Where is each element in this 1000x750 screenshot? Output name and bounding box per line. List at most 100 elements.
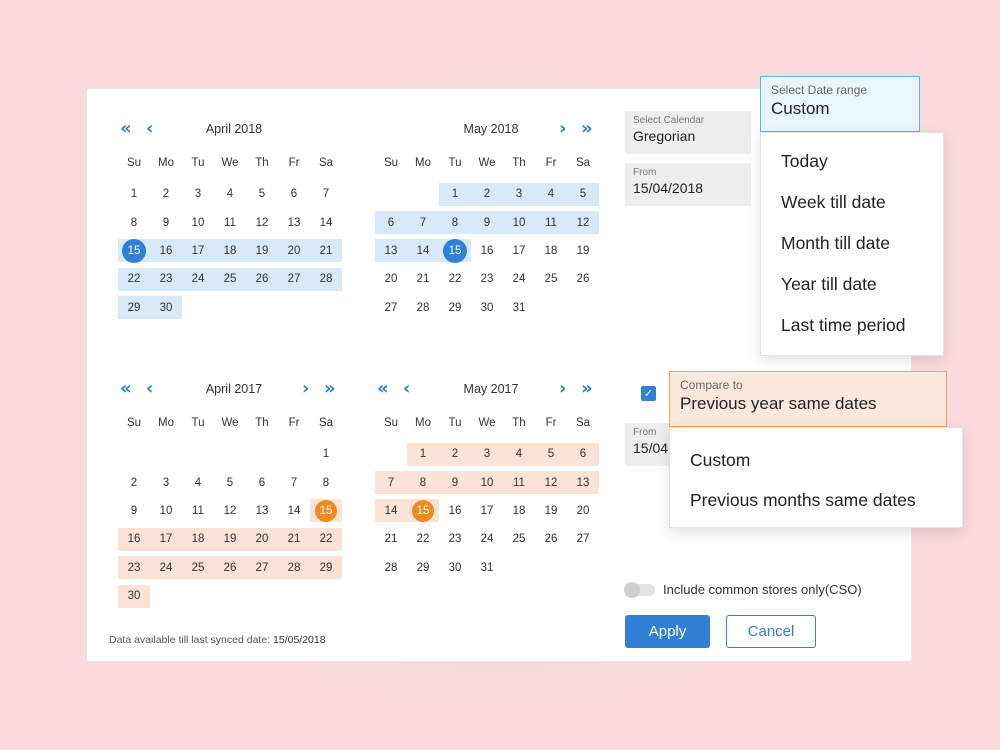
select-calendar-field[interactable]: Select Calendar Gregorian — [625, 111, 751, 154]
day-cell[interactable]: 18 — [182, 527, 214, 551]
day-cell[interactable]: 23 — [150, 267, 182, 291]
day-cell[interactable]: 3 — [471, 442, 503, 466]
day-cell[interactable]: 25 — [182, 556, 214, 580]
compare-option[interactable]: Previous months same dates — [670, 480, 962, 520]
day-cell[interactable]: 22 — [439, 268, 471, 291]
day-cell[interactable]: 11 — [503, 471, 535, 495]
previous-month-icon[interactable]: ‹ — [146, 120, 153, 138]
date-range-option[interactable]: Last time period — [761, 305, 943, 346]
cancel-button[interactable]: Cancel — [726, 615, 816, 648]
day-cell[interactable]: 21 — [407, 268, 439, 291]
day-cell[interactable]: 26 — [214, 556, 246, 580]
day-cell[interactable]: 21 — [310, 239, 342, 263]
next-year-icon[interactable]: » — [324, 380, 336, 398]
day-cell[interactable]: 15 — [310, 499, 342, 523]
day-cell[interactable]: 13 — [375, 239, 407, 263]
day-cell[interactable]: 16 — [118, 527, 150, 551]
day-cell[interactable]: 6 — [246, 471, 278, 494]
day-cell[interactable]: 4 — [214, 183, 246, 206]
next-year-icon[interactable]: » — [581, 120, 593, 138]
day-cell[interactable]: 18 — [535, 239, 567, 262]
cso-toggle[interactable] — [624, 582, 655, 598]
day-cell[interactable]: 31 — [471, 556, 503, 579]
day-cell[interactable]: 30 — [471, 296, 503, 319]
day-cell[interactable]: 4 — [535, 182, 567, 206]
day-cell[interactable]: 13 — [246, 499, 278, 522]
day-cell[interactable]: 24 — [182, 267, 214, 291]
apply-button[interactable]: Apply — [625, 615, 710, 648]
day-cell[interactable]: 8 — [407, 471, 439, 495]
day-cell[interactable]: 7 — [278, 471, 310, 494]
day-cell[interactable]: 17 — [150, 527, 182, 551]
day-cell[interactable]: 5 — [214, 471, 246, 494]
day-cell[interactable]: 14 — [278, 499, 310, 522]
day-cell[interactable]: 28 — [278, 556, 310, 580]
day-cell[interactable]: 26 — [246, 267, 278, 291]
day-cell[interactable]: 15 — [439, 239, 471, 263]
day-cell[interactable]: 12 — [246, 211, 278, 234]
day-cell[interactable]: 27 — [375, 296, 407, 319]
day-cell[interactable]: 14 — [407, 239, 439, 263]
day-cell[interactable]: 1 — [310, 443, 342, 466]
day-cell[interactable]: 10 — [503, 211, 535, 235]
day-cell[interactable]: 5 — [246, 183, 278, 206]
day-cell[interactable]: 2 — [471, 182, 503, 206]
date-range-option[interactable]: Year till date — [761, 264, 943, 305]
day-cell[interactable]: 16 — [150, 239, 182, 263]
day-cell[interactable]: 16 — [471, 239, 503, 262]
day-cell[interactable]: 14 — [375, 499, 407, 523]
day-cell[interactable]: 18 — [503, 499, 535, 522]
day-cell[interactable]: 20 — [246, 527, 278, 551]
day-cell[interactable]: 23 — [439, 528, 471, 551]
day-cell[interactable]: 21 — [278, 527, 310, 551]
day-cell[interactable]: 22 — [407, 528, 439, 551]
day-cell[interactable]: 13 — [567, 471, 599, 495]
day-cell[interactable]: 19 — [567, 239, 599, 262]
day-cell[interactable]: 19 — [214, 527, 246, 551]
date-range-option[interactable]: Week till date — [761, 182, 943, 223]
day-cell[interactable]: 11 — [182, 499, 214, 522]
day-cell[interactable]: 19 — [535, 499, 567, 522]
day-cell[interactable]: 24 — [503, 268, 535, 291]
day-cell[interactable]: 22 — [310, 527, 342, 551]
day-cell[interactable]: 6 — [278, 183, 310, 206]
day-cell[interactable]: 17 — [503, 239, 535, 262]
day-cell[interactable]: 9 — [471, 211, 503, 235]
day-cell[interactable]: 8 — [118, 211, 150, 234]
previous-year-icon[interactable]: « — [120, 120, 132, 138]
day-cell[interactable]: 1 — [118, 183, 150, 206]
day-cell[interactable]: 10 — [471, 471, 503, 495]
day-cell[interactable]: 3 — [503, 182, 535, 206]
day-cell[interactable]: 30 — [439, 556, 471, 579]
next-month-icon[interactable]: › — [302, 380, 309, 398]
day-cell[interactable]: 28 — [407, 296, 439, 319]
day-cell[interactable]: 17 — [471, 499, 503, 522]
day-cell[interactable]: 25 — [503, 528, 535, 551]
day-cell[interactable]: 14 — [310, 211, 342, 234]
day-cell[interactable]: 15 — [407, 499, 439, 523]
day-cell[interactable]: 6 — [567, 442, 599, 466]
day-cell[interactable]: 20 — [375, 268, 407, 291]
date-range-option[interactable]: Today — [761, 141, 943, 182]
previous-year-icon[interactable]: « — [120, 380, 132, 398]
day-cell[interactable]: 28 — [375, 556, 407, 579]
day-cell[interactable]: 4 — [182, 471, 214, 494]
day-cell[interactable]: 21 — [375, 528, 407, 551]
from-date-field[interactable]: From 15/04/2018 — [625, 163, 751, 206]
next-month-icon[interactable]: › — [559, 380, 566, 398]
day-cell[interactable]: 20 — [567, 499, 599, 522]
previous-month-icon[interactable]: ‹ — [403, 380, 410, 398]
day-cell[interactable]: 23 — [471, 268, 503, 291]
day-cell[interactable]: 18 — [214, 239, 246, 263]
day-cell[interactable]: 29 — [310, 556, 342, 580]
day-cell[interactable]: 10 — [182, 211, 214, 234]
day-cell[interactable]: 5 — [535, 442, 567, 466]
day-cell[interactable]: 16 — [439, 499, 471, 522]
day-cell[interactable]: 3 — [182, 183, 214, 206]
compare-checkbox[interactable]: ✓ — [641, 386, 656, 401]
day-cell[interactable]: 10 — [150, 499, 182, 522]
day-cell[interactable]: 15 — [118, 239, 150, 263]
day-cell[interactable]: 24 — [150, 556, 182, 580]
compare-to-select[interactable]: Compare to Previous year same dates — [669, 371, 947, 427]
day-cell[interactable]: 3 — [150, 471, 182, 494]
